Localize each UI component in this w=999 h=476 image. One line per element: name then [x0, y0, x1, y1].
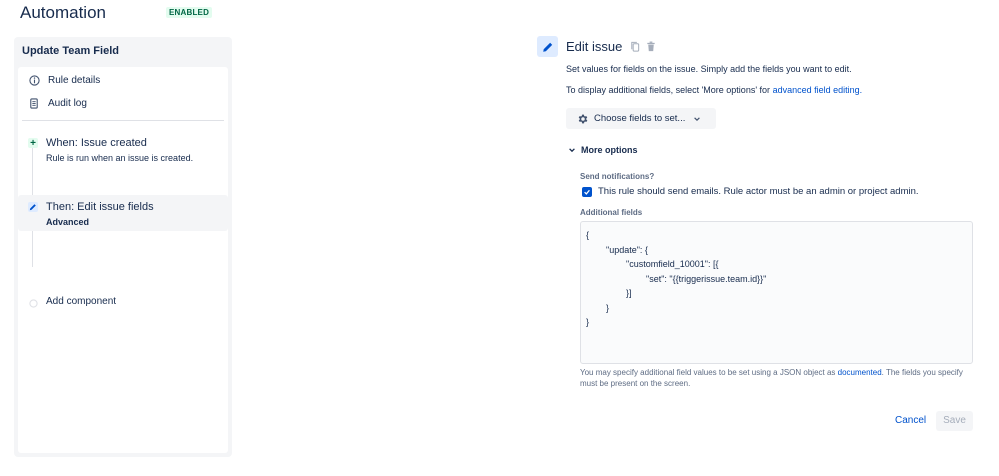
sidebar-item-label: Audit log [48, 97, 87, 109]
json-line: }] [586, 288, 632, 298]
sidebar-divider [22, 120, 224, 121]
rule-name: Update Team Field [22, 45, 119, 57]
status-badge: ENABLED [166, 7, 213, 18]
step-subtitle: Advanced [46, 217, 90, 227]
plus-icon: + [28, 138, 38, 149]
edit-issue-icon [537, 36, 558, 57]
additional-fields-hint: To display additional fields, select 'Mo… [566, 85, 862, 95]
json-line: "customfield_10001": [{ [586, 259, 719, 269]
info-icon [28, 74, 40, 86]
json-help-text: You may specify additional field values … [580, 367, 973, 389]
step-subtitle: Rule is run when an issue is created. [46, 153, 194, 163]
sidebar-panel: Rule details Audit log + When: Issue cre… [18, 67, 228, 453]
gear-icon [576, 112, 589, 125]
additional-fields-label: Additional fields [580, 208, 643, 217]
step-title: Add component [46, 296, 117, 307]
sidebar-item-audit-log[interactable]: Audit log [28, 97, 87, 109]
notifications-label: Send notifications? [580, 172, 655, 181]
json-line: } [586, 317, 590, 327]
choose-fields-label: Choose fields to set... [594, 113, 686, 124]
json-line: "update": { [586, 244, 648, 255]
step-action-edit-issue[interactable]: Then: Edit issue fields Advanced [18, 195, 228, 231]
send-emails-label: This rule should send emails. Rule actor… [598, 186, 919, 197]
help-text: You may specify additional field values … [580, 368, 836, 377]
more-options-label: More options [581, 145, 638, 155]
add-component-button[interactable]: Add component [18, 295, 228, 311]
additional-fields-json-editor[interactable]: { "update": { "customfield_10001": [{ "s… [580, 221, 973, 364]
sidebar: Update Team Field Rule details Audit log… [14, 37, 232, 457]
documented-link[interactable]: documented [838, 368, 882, 377]
sidebar-item-rule-details[interactable]: Rule details [28, 74, 100, 86]
copy-icon[interactable] [629, 41, 640, 52]
step-trigger[interactable]: + When: Issue created Rule is run when a… [18, 133, 228, 169]
more-options-toggle[interactable]: More options [568, 145, 638, 155]
step-title: Then: Edit issue fields [46, 201, 154, 213]
chevron-down-icon [568, 146, 576, 154]
json-line: "set": "{{triggerissue.team.id}}" [586, 273, 767, 284]
json-line: { [586, 230, 590, 240]
panel-description: Set values for fields on the issue. Simp… [566, 64, 852, 74]
hint-text: To display additional fields, select 'Mo… [566, 85, 771, 95]
choose-fields-dropdown[interactable]: Choose fields to set... [566, 108, 716, 129]
send-emails-checkbox[interactable] [582, 186, 592, 197]
save-button[interactable]: Save [936, 411, 973, 431]
empty-circle-icon [28, 298, 38, 308]
pencil-icon [542, 42, 552, 52]
panel-title: Edit issue [566, 39, 623, 54]
chevron-down-icon [693, 115, 701, 123]
trash-icon[interactable] [645, 41, 656, 52]
pencil-icon [28, 202, 38, 212]
page-title: Automation [20, 3, 106, 22]
notifications-row: This rule should send emails. Rule actor… [582, 186, 919, 197]
check-icon [584, 189, 590, 195]
json-line: } [586, 302, 610, 313]
advanced-field-editing-link[interactable]: advanced field editing. [773, 85, 863, 95]
sidebar-item-label: Rule details [48, 74, 101, 86]
cancel-button[interactable]: Cancel [889, 411, 932, 431]
document-icon [28, 97, 40, 109]
step-title: When: Issue created [46, 137, 147, 149]
